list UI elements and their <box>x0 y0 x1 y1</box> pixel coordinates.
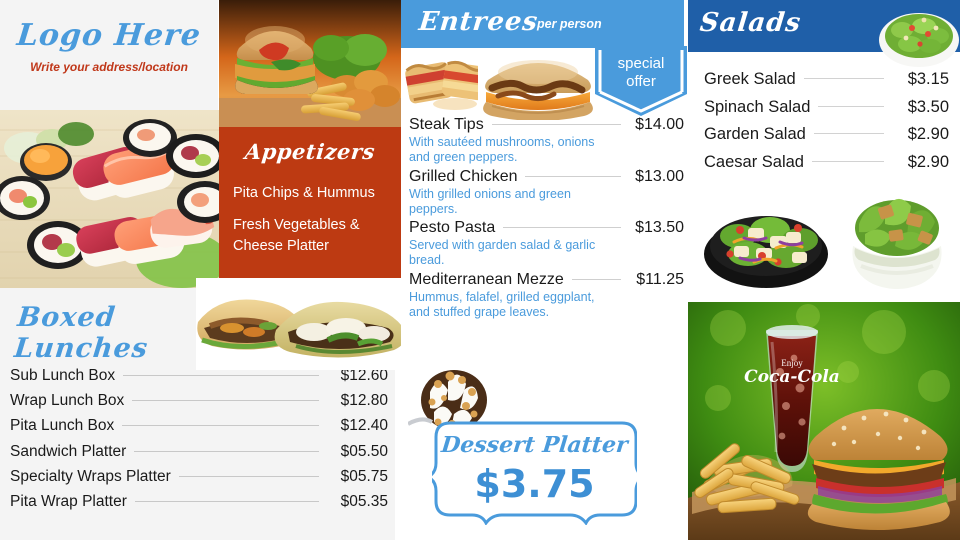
menu-item[interactable]: Steak Tips $14.00 With sautéed mushrooms… <box>409 116 684 166</box>
svg-text:Coca-Cola: Coca-Cola <box>744 367 840 387</box>
appetizer-item[interactable]: Pita Chips & Hummus <box>233 183 393 204</box>
item-price: $05.75 <box>340 467 388 485</box>
appetizers-section: Appetizers Pita Chips & Hummus Fresh Veg… <box>219 127 401 286</box>
caesar-salad-bowl-photo <box>845 190 949 294</box>
burger-fries-cola-combo-photo: Enjoy Coca-Cola <box>688 302 960 540</box>
entrees-header: Entrees per person <box>401 0 684 48</box>
item-name: Garden Salad <box>704 125 806 143</box>
menu-item[interactable]: Grilled Chicken $13.00 With grilled onio… <box>409 168 684 218</box>
dessert-platter-price: $3.75 <box>474 462 595 506</box>
item-name: Spinach Salad <box>704 97 811 116</box>
item-description: With grilled onions and green peppers. <box>409 186 571 216</box>
leader-line <box>134 500 319 502</box>
menu-item[interactable]: Pesto Pasta $13.50 Served with garden sa… <box>409 219 684 269</box>
grilled-panini-photo <box>401 48 489 114</box>
list-item[interactable]: Caesar Salad $2.90 <box>704 153 949 181</box>
item-price: $05.35 <box>340 492 388 510</box>
entrees-subtitle: per person <box>537 17 602 31</box>
item-name: Grilled Chicken <box>409 167 518 185</box>
dessert-platter-title: Dessert Platter <box>439 432 630 458</box>
item-name: Steak Tips <box>409 116 484 133</box>
special-offer-label: special offer <box>595 55 687 90</box>
dessert-platter-badge[interactable]: Dessert Platter $3.75 <box>432 417 637 525</box>
digital-menu-board: Logo Here Write your address/location Bo… <box>0 0 960 540</box>
boxed-lunches-price-list: Sub Lunch Box $12.60 Wrap Lunch Box $12.… <box>10 367 388 518</box>
salads-item-list: Greek Salad $3.15 Spinach Salad $3.50 Ga… <box>704 70 949 180</box>
logo-text: Logo Here <box>15 18 203 53</box>
item-price: $11.25 <box>636 270 684 288</box>
pulled-pork-cheese-burger-photo <box>478 48 598 120</box>
item-name: Pita Wrap Platter <box>10 492 127 510</box>
item-name: Wrap Lunch Box <box>10 392 125 410</box>
item-price: $2.90 <box>907 152 949 171</box>
menu-item[interactable]: Mediterranean Mezze $11.25 Hummus, falaf… <box>409 271 684 321</box>
chicken-sandwich-fries-photo <box>219 0 401 127</box>
item-name: Pesto Pasta <box>409 219 496 236</box>
leader-line <box>178 475 319 477</box>
appetizer-item[interactable]: Fresh Vegetables & Cheese Platter <box>233 215 393 257</box>
chicken-salad-bowl-photo <box>700 192 832 292</box>
item-price: $05.50 <box>340 442 388 460</box>
leader-line <box>813 133 884 134</box>
address-text: Write your address/location <box>30 60 188 74</box>
leader-line <box>491 124 621 125</box>
salads-title: Salads <box>698 8 803 38</box>
leader-line <box>818 105 884 107</box>
item-description: Served with garden salad & garlic bread. <box>409 238 596 268</box>
item-name: Sub Lunch Box <box>10 367 116 384</box>
list-item[interactable]: Specialty Wraps Platter $05.75 <box>10 468 388 493</box>
boxed-lunches-title-line1: Boxed <box>16 302 118 333</box>
entrees-title: Entrees <box>417 7 540 37</box>
boxed-lunches-title-line2: Lunches <box>12 333 150 364</box>
special-offer-line2: offer <box>626 72 656 90</box>
special-offer-line1: special <box>617 55 665 72</box>
leader-line <box>123 375 319 376</box>
sushi-platter-photo <box>0 110 222 288</box>
item-price: $2.90 <box>907 125 949 143</box>
list-item[interactable]: Spinach Salad $3.50 <box>704 98 949 126</box>
appetizers-title: Appetizers <box>243 139 377 164</box>
item-price: $13.50 <box>635 219 684 236</box>
item-description: Hummus, falafel, grilled eggplant, and s… <box>409 289 595 319</box>
leader-line <box>132 400 319 402</box>
salad-bowl-photo <box>878 0 960 68</box>
item-name: Mediterranean Mezze <box>409 270 564 288</box>
leader-line <box>803 78 884 79</box>
leader-line <box>134 450 319 452</box>
item-price: $13.00 <box>635 167 684 185</box>
item-price: $12.80 <box>340 392 388 410</box>
logo-block: Logo Here Write your address/location <box>0 0 218 108</box>
list-item[interactable]: Sub Lunch Box $12.60 <box>10 367 388 392</box>
boxed-lunches-title: Boxed Lunches <box>12 302 153 364</box>
item-name: Sandwich Platter <box>10 442 127 460</box>
list-item[interactable]: Wrap Lunch Box $12.80 <box>10 392 388 417</box>
list-item[interactable]: Pita Wrap Platter $05.35 <box>10 493 388 518</box>
list-item[interactable]: Sandwich Platter $05.50 <box>10 443 388 468</box>
item-price: $3.50 <box>907 97 949 116</box>
leader-line <box>525 175 621 177</box>
leader-line <box>811 160 884 162</box>
list-item[interactable]: Pita Lunch Box $12.40 <box>10 417 388 442</box>
item-description: With sautéed mushrooms, onions and green… <box>409 135 595 165</box>
item-name: Caesar Salad <box>704 152 804 171</box>
special-offer-badge[interactable]: special offer <box>595 46 687 118</box>
steak-sub-sandwich-photo <box>196 278 411 370</box>
item-name: Greek Salad <box>704 70 796 88</box>
item-price: $12.40 <box>340 417 388 435</box>
entrees-item-list: Steak Tips $14.00 With sautéed mushrooms… <box>409 116 684 322</box>
item-name: Specialty Wraps Platter <box>10 467 171 485</box>
leader-line <box>122 425 319 427</box>
leader-line <box>571 278 621 280</box>
item-price: $3.15 <box>907 70 949 88</box>
item-price: $14.00 <box>635 116 684 133</box>
list-item[interactable]: Garden Salad $2.90 <box>704 125 949 153</box>
leader-line <box>503 227 621 228</box>
list-item[interactable]: Greek Salad $3.15 <box>704 70 949 98</box>
item-name: Pita Lunch Box <box>10 417 115 435</box>
